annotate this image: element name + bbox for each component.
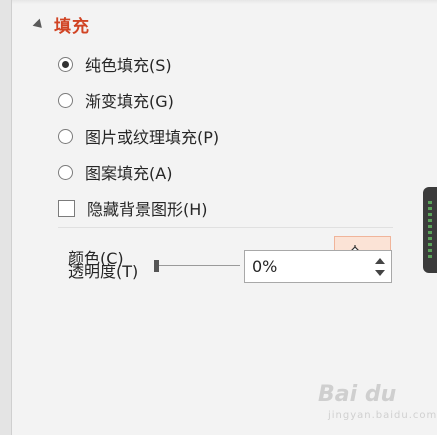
panel-left-edge: [0, 0, 12, 435]
radio-button[interactable]: [58, 92, 73, 108]
spin-up-icon[interactable]: [375, 258, 385, 264]
transparency-slider[interactable]: [154, 258, 240, 274]
radio-label: 渐变填充(G): [85, 92, 174, 111]
radio-button-checked[interactable]: [58, 56, 73, 72]
divider: [58, 227, 393, 228]
transparency-value[interactable]: 0%: [252, 257, 277, 276]
transparency-spinbox[interactable]: 0%: [244, 250, 392, 283]
radio-button[interactable]: [58, 128, 73, 144]
radio-button[interactable]: [58, 164, 73, 180]
watermark-url: jingyan.baidu.com: [328, 410, 437, 421]
collapse-triangle-icon[interactable]: [32, 18, 46, 32]
transparency-label: 透明度(T): [68, 262, 139, 281]
radio-label: 图案填充(A): [85, 164, 173, 183]
slider-track[interactable]: [154, 265, 240, 266]
radio-label: 图片或纹理填充(P): [85, 128, 220, 147]
checkbox[interactable]: [58, 199, 75, 217]
radio-label: 纯色填充(S): [85, 56, 172, 75]
radio-solid-fill[interactable]: 纯色填充(S): [58, 52, 172, 76]
side-panel-handle[interactable]: [423, 187, 437, 273]
fill-section-header[interactable]: 填充: [32, 10, 90, 38]
spin-down-icon[interactable]: [375, 270, 385, 276]
grip-dots-icon: [428, 201, 432, 259]
radio-pattern-fill[interactable]: 图案填充(A): [58, 160, 172, 184]
section-title: 填充: [54, 16, 90, 37]
hide-background-checkbox[interactable]: 隐藏背景图形(H): [58, 196, 208, 220]
slider-thumb[interactable]: [154, 260, 159, 272]
panel-top-edge: [12, 0, 437, 4]
radio-gradient-fill[interactable]: 渐变填充(G): [58, 88, 174, 112]
watermark-logo: Bai du: [318, 382, 397, 407]
radio-picture-fill[interactable]: 图片或纹理填充(P): [58, 124, 219, 148]
checkbox-label: 隐藏背景图形(H): [87, 200, 208, 219]
